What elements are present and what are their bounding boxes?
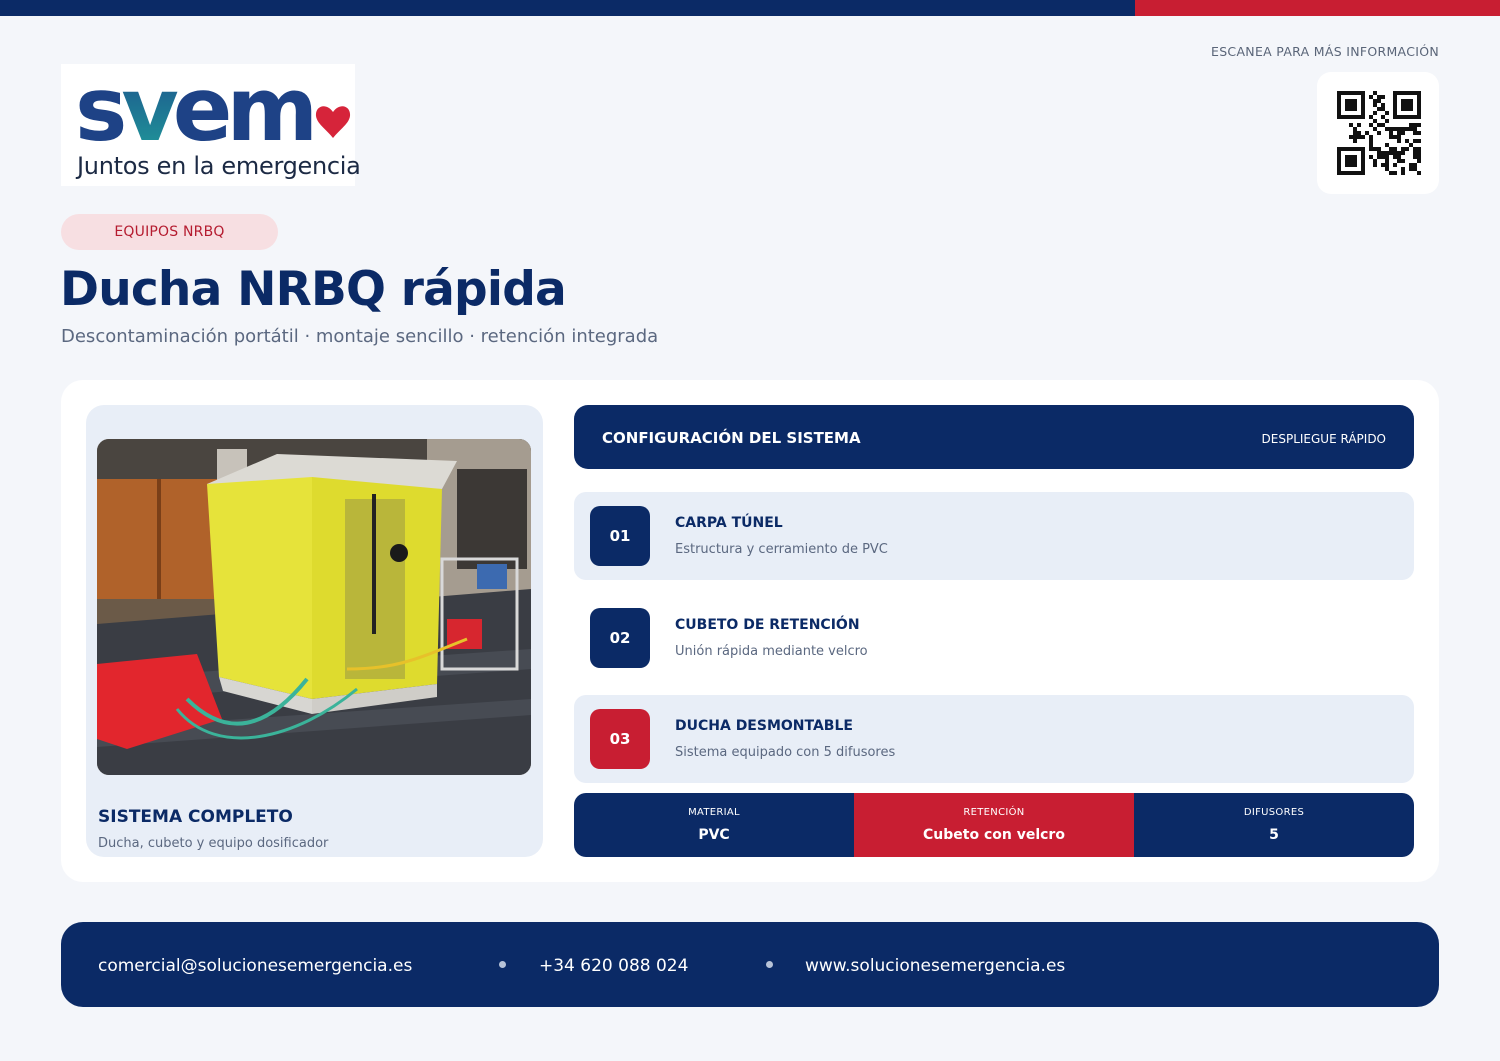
qr-label: ESCANEA PARA MÁS INFORMACIÓN: [1211, 44, 1439, 59]
photo-caption: Ducha, cubeto y equipo dosificador: [98, 836, 329, 851]
step-description: Estructura y cerramiento de PVC: [675, 542, 888, 557]
spec-diffusers: DIFUSORES 5: [1134, 793, 1414, 857]
step-description: Unión rápida mediante velcro: [675, 644, 868, 659]
step-description: Sistema equipado con 5 difusores: [675, 745, 896, 760]
svem-logo-wordmark: svem: [75, 66, 351, 152]
config-title: CONFIGURACIÓN DEL SISTEMA: [602, 429, 861, 447]
photo-title: SISTEMA COMPLETO: [98, 807, 293, 827]
config-step-1: 01 CARPA TÚNEL Estructura y cerramiento …: [574, 492, 1414, 580]
step-number: 03: [590, 709, 650, 769]
step-title: CARPA TÚNEL: [675, 515, 783, 531]
spec-retention: RETENCIÓN Cubeto con velcro: [854, 793, 1134, 857]
footer-web-link[interactable]: www.solucionesemergencia.es: [805, 956, 1065, 976]
contact-footer: comercial@solucionesemergencia.es +34 62…: [61, 922, 1439, 1007]
footer-email-link[interactable]: comercial@solucionesemergencia.es: [98, 956, 412, 976]
config-badge: DESPLIEGUE RÁPIDO: [1261, 432, 1386, 446]
brand-tagline: Juntos en la emergencia: [77, 152, 361, 180]
product-photo: [97, 439, 531, 775]
top-accent-bar: [0, 0, 1500, 16]
category-label: EQUIPOS NRBQ: [114, 224, 225, 240]
shower-tent-illustration: [97, 439, 531, 775]
step-number: 01: [590, 506, 650, 566]
config-step-2: 02 CUBETO DE RETENCIÓN Unión rápida medi…: [574, 594, 1414, 682]
footer-separator-dot: [499, 961, 506, 968]
top-bar-red: [1135, 0, 1500, 16]
qr-code[interactable]: [1317, 72, 1439, 194]
category-badge: EQUIPOS NRBQ: [61, 214, 278, 250]
footer-phone-link[interactable]: +34 620 088 024: [539, 956, 688, 976]
spec-value: Cubeto con velcro: [923, 827, 1065, 843]
spec-label: DIFUSORES: [1243, 807, 1305, 818]
qr-code-icon: [1337, 91, 1421, 175]
config-header: CONFIGURACIÓN DEL SISTEMA DESPLIEGUE RÁP…: [574, 405, 1414, 469]
page-title: Ducha NRBQ rápida: [60, 262, 567, 317]
spec-value: PVC: [698, 827, 730, 843]
config-step-3: 03 DUCHA DESMONTABLE Sistema equipado co…: [574, 695, 1414, 783]
spec-label: MATERIAL: [688, 807, 740, 818]
spec-material: MATERIAL PVC: [574, 793, 854, 857]
specs-bar: MATERIAL PVC RETENCIÓN Cubeto con velcro…: [574, 793, 1414, 857]
footer-separator-dot: [766, 961, 773, 968]
step-number: 02: [590, 608, 650, 668]
brand-logo: svem Juntos en la emergencia: [61, 64, 361, 186]
spec-label: RETENCIÓN: [963, 807, 1025, 818]
page-subtitle: Descontaminación portátil · montaje senc…: [61, 326, 659, 347]
top-bar-navy: [0, 0, 1135, 16]
svg-text:svem: svem: [75, 66, 312, 152]
step-title: DUCHA DESMONTABLE: [675, 718, 853, 734]
step-title: CUBETO DE RETENCIÓN: [675, 617, 860, 633]
spec-value: 5: [1269, 827, 1279, 843]
